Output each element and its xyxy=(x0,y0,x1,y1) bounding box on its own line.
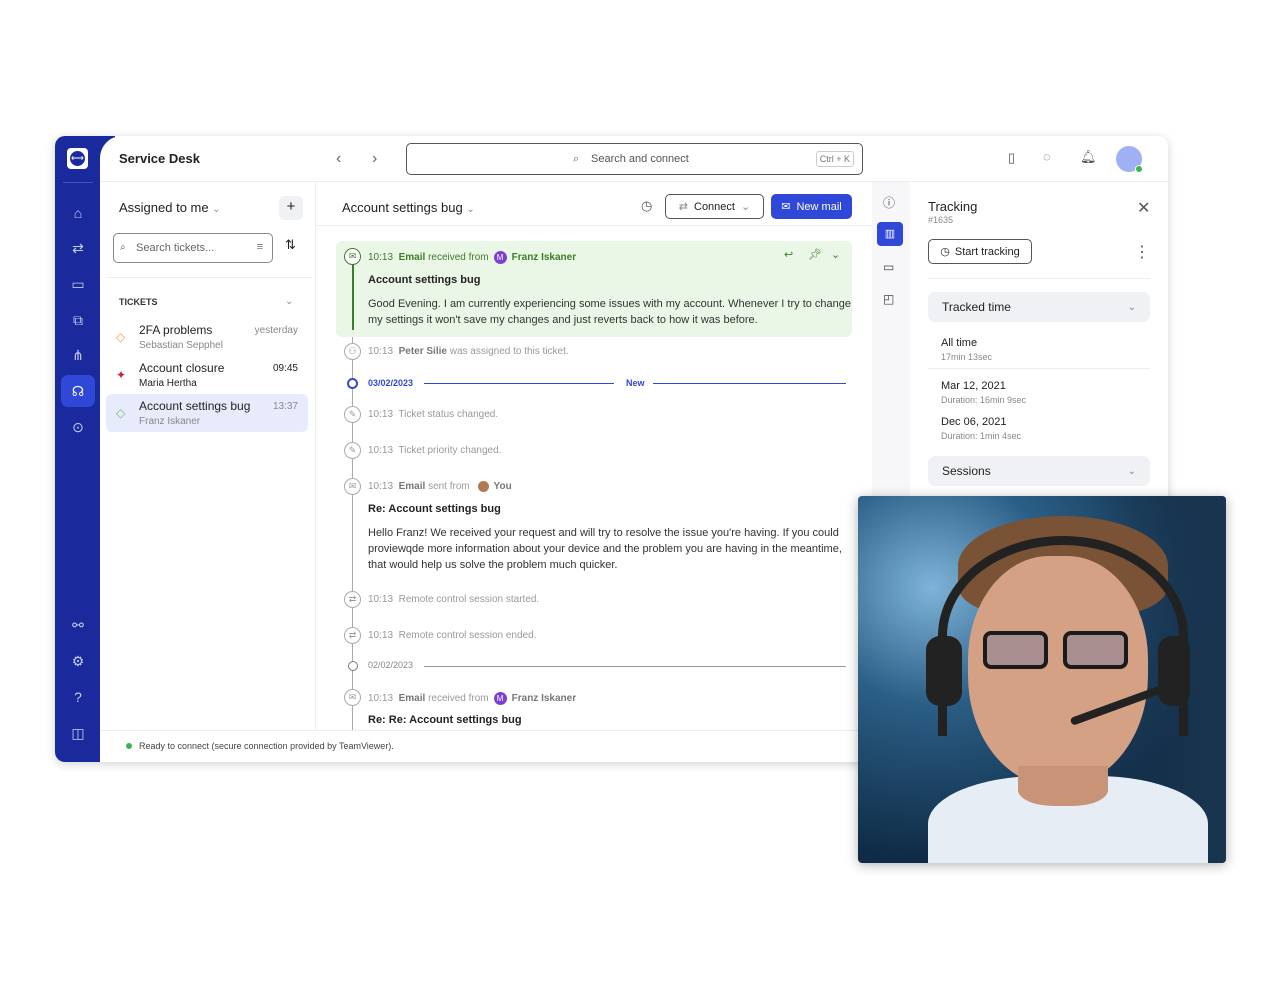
avatar: M xyxy=(493,251,507,264)
ticket-detail: Account settings bug ⌄ ◷ ⇄ Connect ⌄ ✉ New … xyxy=(316,182,872,730)
chevron-down-icon[interactable]: ⌄ xyxy=(831,248,840,261)
integrations-icon[interactable]: ⚯ xyxy=(67,614,89,636)
all-time-label: All time xyxy=(941,337,978,349)
search-tickets-placeholder: Search tickets... xyxy=(136,242,215,254)
status-text: Ready to connect (secure connection prov… xyxy=(139,741,394,751)
ticket-id: #1635 xyxy=(928,215,954,225)
teamviewer-logo: ⟷ xyxy=(67,148,88,169)
search-input[interactable]: ⌕ Search and connect Ctrl + K xyxy=(406,143,863,175)
workflows-icon[interactable]: ⋔ xyxy=(67,344,89,366)
ticket-item-selected[interactable]: ◇ Account settings bug 13:37 Franz Iskan… xyxy=(106,394,308,432)
ticket-time: yesterday xyxy=(254,325,298,336)
app-title: Service Desk xyxy=(119,151,200,166)
pin-icon[interactable]: 📌︎ xyxy=(808,248,822,261)
support-agent-photo xyxy=(858,496,1226,863)
back-icon[interactable]: ‹ xyxy=(336,150,341,168)
reply-icon[interactable]: ↩ xyxy=(784,248,793,261)
assign-icon: ⚇ xyxy=(344,343,361,360)
ticket-list-panel: Assigned to me ⌄ + ⌕ Search tickets... ≡… xyxy=(100,182,316,730)
you-avatar xyxy=(477,481,489,492)
tickets-section-label: TICKETS xyxy=(119,297,158,307)
tracking-tab-icon[interactable]: ▥ xyxy=(877,222,903,246)
bell-icon[interactable]: 🔔︎ xyxy=(1080,149,1097,165)
ticket-person: Maria Hertha xyxy=(139,378,197,389)
ticket-person: Franz Iskaner xyxy=(139,416,201,427)
date-marker xyxy=(348,661,358,671)
entry-date: Mar 12, 2021 xyxy=(941,380,1006,392)
status-dot-icon xyxy=(126,743,132,749)
pencil-icon: ✎ xyxy=(344,406,361,423)
device-settings-icon[interactable]: ⊙ xyxy=(67,416,89,438)
shortcut-hint: Ctrl + K xyxy=(815,151,854,167)
remote-session-icon: ⇄ xyxy=(344,627,361,644)
contacts-icon[interactable]: ▯ xyxy=(1008,150,1015,166)
top-bar: Service Desk ‹ › ⌕ Search and connect Ct… xyxy=(100,136,1168,182)
ticket-title: 2FA problems xyxy=(139,323,213,337)
entry-duration: Duration: 16min 9sec xyxy=(941,395,1027,405)
more-icon[interactable]: ⋮ xyxy=(1134,242,1150,262)
remote-connect-icon[interactable]: ⇄ xyxy=(67,237,89,259)
email-icon: ✉ xyxy=(344,248,361,265)
history-icon[interactable]: ◷ xyxy=(641,198,652,214)
ticket-item[interactable]: ✦ Account closure 09:45 Maria Hertha xyxy=(106,356,308,392)
ticket-title: Account settings bug xyxy=(139,399,251,413)
date-label: 03/02/2023 xyxy=(368,378,414,388)
note-icon[interactable]: ◰ xyxy=(883,292,894,306)
email-body: Good Evening. I am currently experiencin… xyxy=(368,298,852,326)
ticket-title: Account closure xyxy=(139,361,225,375)
ticket-time: 13:37 xyxy=(272,401,298,412)
chevron-down-icon[interactable]: ⌄ xyxy=(285,296,293,307)
avatar: M xyxy=(493,692,507,705)
date-marker xyxy=(347,378,358,389)
email-icon: ✉ xyxy=(344,689,361,706)
ticket-tag-icon: ◇ xyxy=(116,406,126,420)
ticket-title-dropdown[interactable]: Account settings bug ⌄ xyxy=(342,200,475,215)
email-subject: Re: Account settings bug xyxy=(368,503,501,515)
sessions-accordion[interactable]: Sessions ⌄ xyxy=(928,456,1150,486)
email-event-header: 10:13 Email received from M Franz Iskaner xyxy=(368,251,577,264)
home-icon[interactable]: ⌂ xyxy=(67,202,89,224)
help-icon[interactable]: ? xyxy=(67,686,89,708)
info-icon[interactable]: ⓘ xyxy=(883,194,895,211)
email-icon: ✉ xyxy=(344,478,361,495)
connect-button[interactable]: ⇄ Connect ⌄ xyxy=(665,194,764,219)
search-tickets-input[interactable]: ⌕ Search tickets... ≡ xyxy=(113,233,273,263)
entry-date: Dec 06, 2021 xyxy=(941,416,1007,428)
email-subject: Account settings bug xyxy=(368,274,481,286)
ticket-time: 09:45 xyxy=(272,363,298,374)
tracked-time-accordion[interactable]: Tracked time ⌄ xyxy=(928,292,1150,322)
search-icon: ⌕ xyxy=(573,153,580,165)
folder-icon[interactable]: ▭ xyxy=(883,260,894,274)
entry-duration: Duration: 1min 4sec xyxy=(941,431,1022,441)
search-placeholder: Search and connect xyxy=(591,153,689,165)
chat-icon[interactable]: ◌ xyxy=(1043,149,1051,164)
email-subject: Re: Re: Account settings bug xyxy=(368,714,522,726)
start-tracking-button[interactable]: ◷ Start tracking xyxy=(928,239,1032,264)
settings-icon[interactable]: ⚙ xyxy=(67,650,89,672)
close-icon[interactable]: ✕ xyxy=(1137,198,1150,218)
pencil-icon: ✎ xyxy=(344,442,361,459)
ticket-item[interactable]: ◇ 2FA problems yesterday Sebastian Sepph… xyxy=(106,318,308,354)
devices-icon[interactable]: ▭ xyxy=(67,273,89,295)
forward-icon[interactable]: › xyxy=(372,150,377,168)
ticket-tag-icon: ✦ xyxy=(116,368,127,382)
status-new-label: New xyxy=(626,378,645,388)
add-ticket-button[interactable]: + xyxy=(279,196,303,220)
remote-session-icon: ⇄ xyxy=(344,591,361,608)
tracking-title: Tracking xyxy=(928,199,978,214)
date-label: 02/02/2023 xyxy=(368,660,414,670)
assigned-filter-dropdown[interactable]: Assigned to me ⌄ xyxy=(119,200,221,215)
layout-icon[interactable]: ◫ xyxy=(67,722,89,744)
sort-icon[interactable]: ⇅ xyxy=(285,237,296,253)
new-mail-button[interactable]: ✉ New mail xyxy=(771,194,852,219)
search-icon: ⌕ xyxy=(120,242,126,253)
email-body: Hello Franz! We received your request an… xyxy=(368,527,842,571)
avatar[interactable] xyxy=(1116,146,1143,173)
all-time-value: 17min 13sec xyxy=(941,352,993,362)
ticket-tag-icon: ◇ xyxy=(116,330,126,344)
service-desk-icon[interactable]: ☊ xyxy=(61,375,95,407)
ticket-person: Sebastian Sepphel xyxy=(139,340,223,351)
filter-icon[interactable]: ≡ xyxy=(257,241,263,253)
sessions-icon[interactable]: ⧉ xyxy=(67,309,89,331)
